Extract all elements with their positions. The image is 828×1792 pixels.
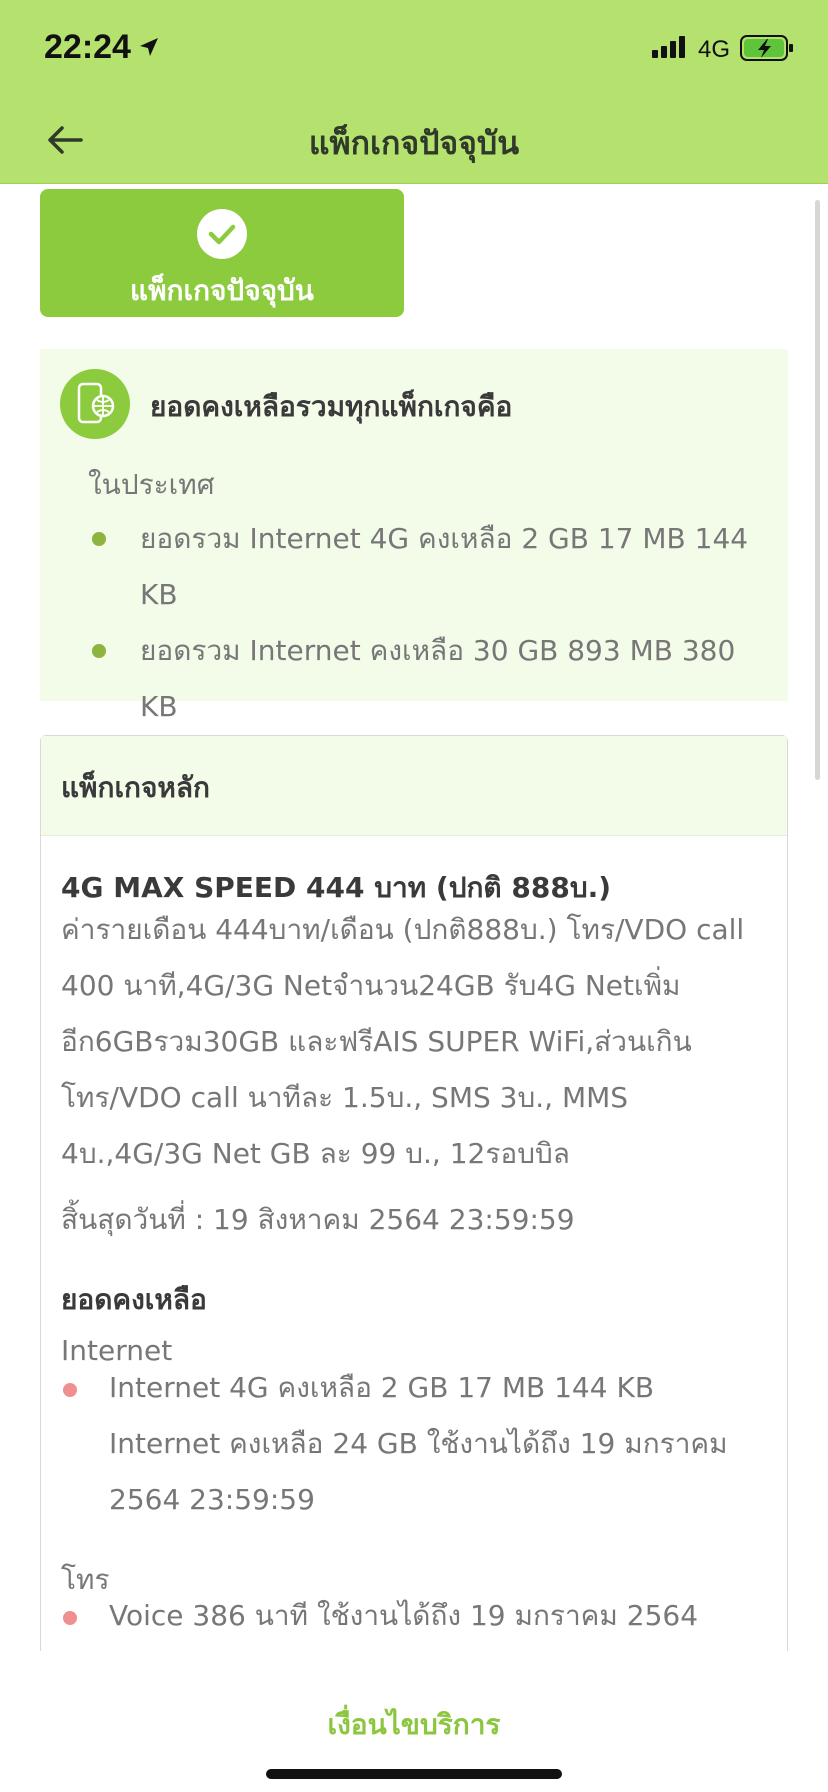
voice-balance-text: Voice 386 นาที ใช้งานได้ถึง 19 มกราคม 25… — [109, 1599, 699, 1632]
summary-item-text: ยอดรวม Internet คงเหลือ 30 GB 893 MB 380… — [140, 634, 736, 723]
summary-list: ยอดรวม Internet 4G คงเหลือ 2 GB 17 MB 14… — [88, 511, 778, 735]
summary-list-item: ยอดรวม Internet 4G คงเหลือ 2 GB 17 MB 14… — [88, 511, 778, 623]
summary-title: ยอดคงเหลือรวมทุกแพ็กเกจคือ — [150, 390, 513, 423]
package-description: ค่ารายเดือน 444บาท/เดือน (ปกติ888บ.) โทร… — [61, 913, 745, 1170]
terms-of-service-link[interactable]: เงื่อนไขบริการ — [0, 1703, 828, 1747]
main-package-card: แพ็กเกจหลัก 4G MAX SPEED 444 บาท (ปกติ 8… — [40, 735, 788, 1651]
phone-globe-icon — [60, 369, 130, 439]
bullet-dot — [92, 644, 106, 658]
summary-item-text: ยอดรวม Internet 4G คงเหลือ 2 GB 17 MB 14… — [140, 522, 749, 611]
check-icon — [197, 209, 247, 259]
internet-balance-item: Internet 4G คงเหลือ 2 GB 17 MB 144 KB In… — [61, 1360, 769, 1528]
internet-balance-text: Internet 4G คงเหลือ 2 GB 17 MB 144 KB In… — [109, 1371, 728, 1516]
battery-charging-icon — [740, 35, 793, 61]
summary-list-item: ยอดรวม Internet คงเหลือ 30 GB 893 MB 380… — [88, 623, 778, 735]
scrollbar[interactable] — [815, 200, 820, 780]
bullet-dot — [63, 1611, 77, 1625]
bullet-dot — [92, 532, 106, 546]
package-end-date: สิ้นสุดวันที่ : 19 สิงหาคม 2564 23:59:59 — [61, 1203, 575, 1236]
home-indicator[interactable] — [266, 1769, 562, 1779]
page-title: แพ็กเกจปัจจุบัน — [308, 124, 520, 162]
remaining-balance-title: ยอดคงเหลือ — [61, 1283, 207, 1316]
current-package-label: แพ็กเกจปัจจุบัน — [130, 274, 314, 307]
content-scroll-area[interactable]: แพ็กเกจปัจจุบัน ยอดคงเหลือรวมทุกแพ็กเกจค… — [0, 185, 828, 1651]
signal-bars-icon — [652, 36, 685, 58]
voice-balance-item: Voice 386 นาที ใช้งานได้ถึง 19 มกราคม 25… — [61, 1588, 769, 1644]
summary-region-label: ในประเทศ — [88, 468, 215, 501]
current-package-button[interactable]: แพ็กเกจปัจจุบัน — [40, 189, 404, 317]
location-arrow-icon — [140, 38, 158, 56]
balance-summary-card: ยอดคงเหลือรวมทุกแพ็กเกจคือ ในประเทศ ยอดร… — [40, 349, 788, 723]
main-package-header: แพ็กเกจหลัก — [41, 736, 787, 836]
network-type: 4G — [698, 36, 731, 63]
bullet-dot — [63, 1383, 77, 1397]
footer-bar: เงื่อนไขบริการ — [0, 1651, 828, 1792]
status-time: 22:24 — [44, 28, 131, 66]
app-header: 22:24 4G แพ็กเกจปัจจุบัน — [0, 0, 828, 184]
